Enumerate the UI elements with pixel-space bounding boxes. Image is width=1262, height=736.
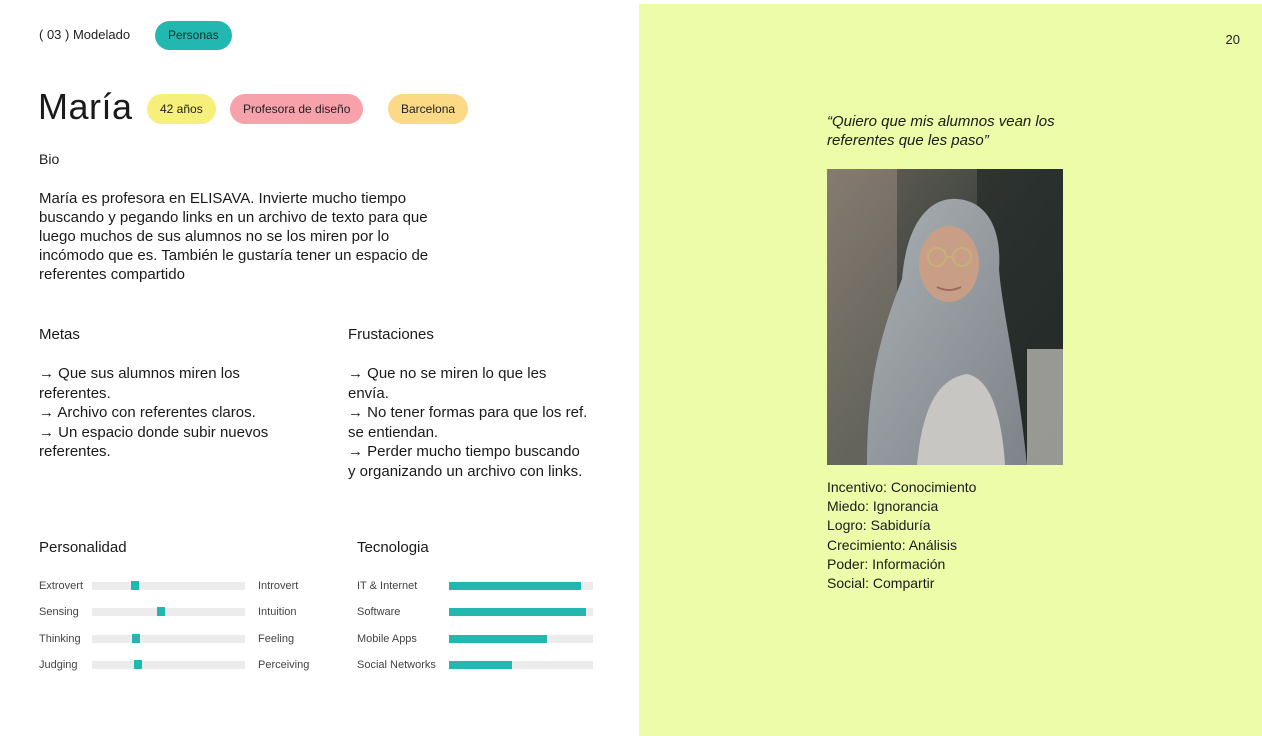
persona-name: María: [38, 86, 133, 127]
trait-track: [92, 607, 245, 616]
trait-track: [92, 660, 245, 669]
attribute-item: Social: Compartir: [827, 575, 935, 592]
age-tag: 42 años: [147, 94, 216, 124]
trait-right-label: Feeling: [258, 633, 295, 645]
trait-left-label: Sensing: [39, 606, 79, 618]
breadcrumb: ( 03 ) Modelado: [39, 27, 131, 42]
goal-item: → Que sus alumnos miren los referentes.: [39, 365, 240, 402]
trait-left-label: Judging: [39, 659, 78, 671]
tech-level-bar: [449, 582, 582, 590]
role-tag: Profesora de diseño: [230, 94, 364, 124]
trait-marker: [132, 634, 140, 643]
trait-right-label: Intuition: [258, 606, 297, 618]
tech-track: [449, 661, 593, 669]
section-pill: Personas: [155, 21, 232, 50]
technology-heading: Tecnologia: [357, 539, 429, 556]
goals-list: → Que sus alumnos miren los referentes. …: [39, 364, 289, 462]
city-tag: Barcelona: [388, 94, 469, 124]
attribute-item: Crecimiento: Análisis: [827, 536, 957, 553]
attribute-item: Miedo: Ignorancia: [827, 498, 939, 515]
tech-track: [449, 582, 593, 590]
trait-marker: [131, 581, 139, 590]
persona-quote: “Quiero que mis alumnos vean los referen…: [827, 113, 1055, 149]
page-number: 20: [1225, 32, 1240, 47]
tech-label: IT & Internet: [357, 580, 418, 592]
goals-heading: Metas: [39, 326, 80, 343]
personality-heading: Personalidad: [39, 539, 127, 556]
goal-item: → Archivo con referentes claros.: [39, 404, 256, 421]
goal-item: → Un espacio donde subir nuevos referent…: [39, 423, 269, 461]
frustrations-list: → Que no se miren lo que les envía. → No…: [348, 364, 588, 481]
trait-marker: [134, 660, 142, 669]
persona-photo: [827, 169, 1063, 465]
tech-track: [449, 608, 593, 616]
attribute-item: Incentivo: Conocimiento: [827, 479, 977, 495]
attribute-item: Poder: Información: [827, 555, 946, 572]
tech-label: Mobile Apps: [357, 633, 417, 645]
tech-level-bar: [449, 635, 547, 643]
persona-right-panel: 20 “Quiero que mis alumnos vean los refe…: [639, 4, 1262, 736]
frustration-item: → Que no se miren lo que les envía.: [348, 365, 547, 402]
trait-right-label: Perceiving: [258, 659, 310, 671]
trait-right-label: Introvert: [258, 580, 299, 592]
tech-label: Software: [357, 606, 401, 618]
frustrations-heading: Frustaciones: [348, 326, 434, 343]
trait-track: [92, 581, 245, 590]
trait-left-label: Thinking: [39, 633, 81, 645]
trait-marker: [157, 607, 165, 616]
persona-attributes: Incentivo: Conocimiento Miedo: Ignoranci…: [827, 478, 976, 593]
tech-level-bar: [449, 661, 513, 669]
tech-track: [449, 635, 593, 643]
tech-label: Social Networks: [357, 659, 436, 671]
frustration-item: → Perder mucho tiempo buscando y organiz…: [348, 443, 583, 480]
bio-heading: Bio: [39, 151, 60, 167]
tech-level-bar: [449, 608, 586, 616]
attribute-item: Logro: Sabiduría: [827, 517, 931, 534]
frustration-item: → No tener formas para que los ref. se e…: [348, 404, 588, 441]
trait-track: [92, 634, 245, 643]
trait-left-label: Extrovert: [39, 580, 84, 592]
bio-text: María es profesora en ELISAVA. Invierte …: [39, 190, 429, 283]
persona-left-panel: ( 03 ) Modelado Personas María 42 años P…: [0, 0, 639, 736]
